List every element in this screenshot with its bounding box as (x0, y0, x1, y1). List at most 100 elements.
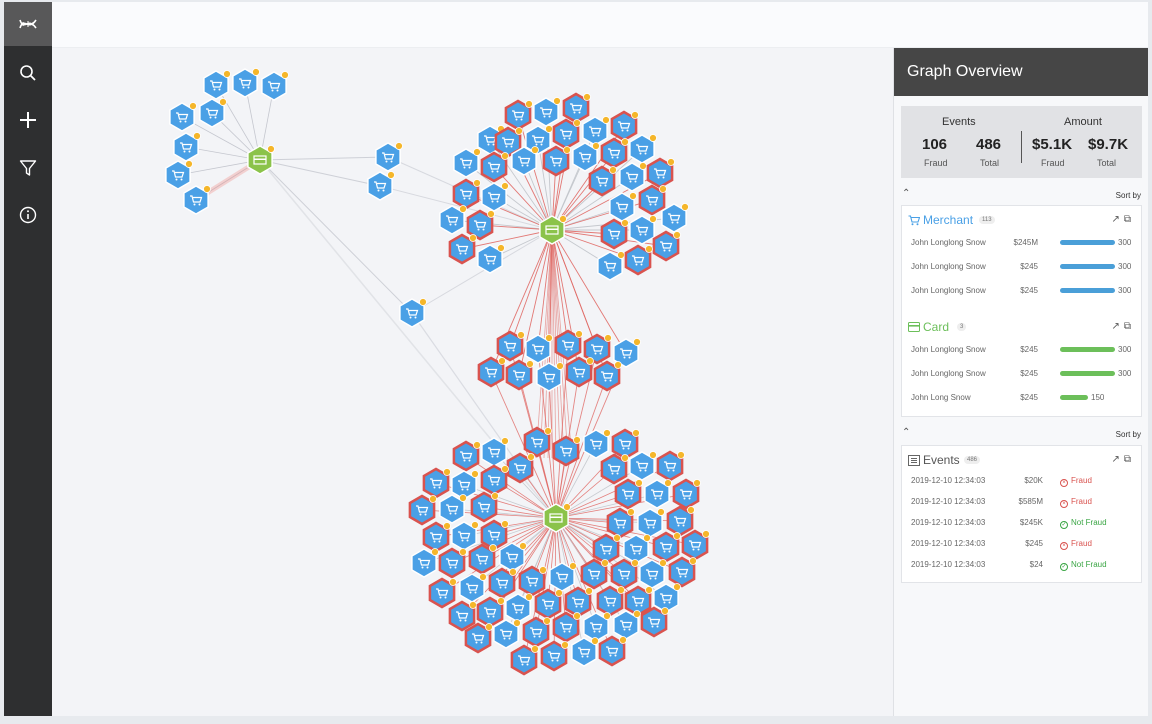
merchant-node[interactable] (652, 531, 681, 563)
copy-icon[interactable]: ⧉ (1124, 454, 1135, 465)
graph-nodes[interactable] (165, 68, 710, 676)
merchant-row[interactable]: John Longlong Snow $245 300 (911, 259, 1136, 273)
merchant-node[interactable] (480, 151, 509, 183)
merchant-node[interactable] (533, 97, 561, 127)
merchant-node[interactable] (611, 428, 640, 460)
info-icon[interactable] (4, 195, 52, 235)
merchant-node[interactable] (506, 452, 535, 484)
external-link-icon[interactable]: ↗ (1111, 454, 1123, 465)
merchant-node[interactable] (536, 362, 564, 392)
merchant-node[interactable] (525, 334, 553, 364)
copy-icon[interactable]: ⧉ (1124, 214, 1135, 225)
sort-by-button[interactable]: Sort by (1116, 430, 1141, 439)
sort-by-button[interactable]: Sort by (1116, 191, 1141, 200)
merchant-node[interactable] (598, 635, 627, 667)
merchant-node[interactable] (505, 359, 534, 391)
merchant-node[interactable] (488, 567, 517, 599)
merchant-node[interactable] (451, 470, 479, 500)
search-icon[interactable] (4, 53, 52, 93)
merchant-node[interactable] (464, 622, 493, 654)
merchant-node[interactable] (367, 171, 395, 201)
merchant-node[interactable] (477, 244, 505, 274)
copy-icon[interactable]: ⧉ (1124, 321, 1135, 332)
merchant-node[interactable] (600, 137, 629, 169)
card-row[interactable]: John Long Snow $245 150 (911, 390, 1136, 404)
merchant-node[interactable] (173, 132, 201, 162)
card-node[interactable] (539, 215, 567, 245)
merchant-node[interactable] (448, 600, 477, 632)
merchant-node[interactable] (600, 453, 629, 485)
merchant-node[interactable] (493, 619, 521, 649)
merchant-node[interactable] (593, 360, 622, 392)
merchant-node[interactable] (199, 98, 227, 128)
merchant-node[interactable] (583, 612, 611, 642)
merchant-node[interactable] (609, 192, 637, 222)
merchant-node[interactable] (510, 644, 539, 676)
plus-icon[interactable] (4, 100, 52, 140)
event-row[interactable]: 2019-12-10 12:34:03 $245 × Fraud (911, 536, 1136, 550)
event-row[interactable]: 2019-12-10 12:34:03 $245K ✓ Not Fraud (911, 515, 1136, 529)
merchant-node[interactable] (476, 596, 505, 628)
merchant-node[interactable] (638, 184, 667, 216)
event-row[interactable]: 2019-12-10 12:34:03 $585M × Fraud (911, 494, 1136, 508)
merchant-node[interactable] (610, 558, 639, 590)
merchant-node[interactable] (596, 585, 625, 617)
merchant-node[interactable] (554, 329, 583, 361)
merchant-node[interactable] (624, 244, 653, 276)
merchant-node[interactable] (459, 573, 487, 603)
merchant-node[interactable] (639, 559, 667, 589)
merchant-node[interactable] (518, 565, 547, 597)
merchant-node[interactable] (480, 464, 509, 496)
merchant-node[interactable] (542, 145, 571, 177)
merchant-node[interactable] (582, 116, 610, 146)
merchant-node[interactable] (652, 230, 681, 262)
merchant-row[interactable]: John Longlong Snow $245M 300 (911, 235, 1136, 249)
merchant-node[interactable] (439, 494, 467, 524)
merchant-node[interactable] (480, 519, 509, 551)
merchant-node[interactable] (505, 593, 533, 623)
dna-icon[interactable] (4, 2, 52, 46)
merchant-node[interactable] (640, 606, 669, 638)
merchant-node[interactable] (629, 215, 657, 245)
merchant-node[interactable] (646, 157, 675, 189)
merchant-node[interactable] (470, 491, 499, 523)
events-section-title[interactable]: Events (923, 453, 960, 467)
merchant-node[interactable] (481, 182, 509, 212)
merchant-node[interactable] (552, 118, 581, 150)
merchant-node[interactable] (583, 429, 611, 459)
merchant-node[interactable] (600, 218, 629, 250)
merchant-node[interactable] (661, 203, 689, 233)
graph-canvas[interactable] (52, 48, 893, 716)
merchant-node[interactable] (452, 178, 481, 210)
event-row[interactable]: 2019-12-10 12:34:03 $20K × Fraud (911, 473, 1136, 487)
merchant-node[interactable] (534, 588, 563, 620)
merchant-node[interactable] (468, 543, 497, 575)
event-row[interactable]: 2019-12-10 12:34:03 $24 ✓ Not Fraud (911, 557, 1136, 571)
merchant-node[interactable] (571, 637, 599, 667)
merchant-node[interactable] (623, 534, 651, 564)
merchant-node[interactable] (614, 478, 643, 510)
merchant-node[interactable] (656, 450, 685, 482)
merchant-node[interactable] (411, 548, 439, 578)
merchant-node[interactable] (261, 71, 289, 101)
card-row[interactable]: John Longlong Snow $245 300 (911, 342, 1136, 356)
merchant-node[interactable] (672, 478, 701, 510)
chevron-up-icon[interactable]: ⌃ (902, 427, 910, 438)
merchant-node[interactable] (564, 586, 593, 618)
network-graph[interactable] (52, 48, 893, 716)
chevron-up-icon[interactable]: ⌃ (902, 188, 910, 199)
merchant-node[interactable] (562, 92, 591, 124)
merchant-node[interactable] (552, 611, 581, 643)
merchant-node[interactable] (169, 102, 197, 132)
merchant-node[interactable] (439, 205, 467, 235)
merchant-node[interactable] (453, 148, 481, 178)
merchant-node[interactable] (428, 577, 457, 609)
merchant-node[interactable] (619, 162, 647, 192)
merchant-node[interactable] (597, 251, 625, 281)
card-row[interactable]: John Longlong Snow $245 300 (911, 366, 1136, 380)
merchant-node[interactable] (438, 547, 467, 579)
merchant-node[interactable] (496, 330, 525, 362)
merchant-node[interactable] (522, 616, 551, 648)
merchant-node[interactable] (629, 451, 657, 481)
card-section-title[interactable]: Card (923, 320, 949, 334)
